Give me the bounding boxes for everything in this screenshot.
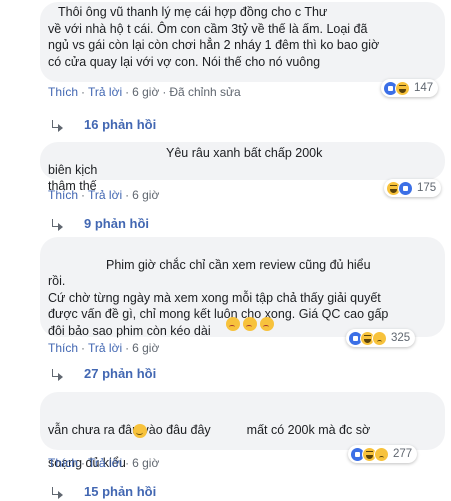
reaction-count: 325 xyxy=(391,332,411,344)
like-link[interactable]: Thích xyxy=(48,188,78,202)
timestamp[interactable]: 6 giờ xyxy=(132,188,159,202)
timestamp[interactable]: 6 giờ xyxy=(132,341,159,355)
like-link[interactable]: Thích xyxy=(48,341,78,355)
reaction-summary[interactable]: 325 xyxy=(346,329,416,347)
reaction-count: 277 xyxy=(393,448,413,460)
view-replies-link[interactable]: 16 phản hồi xyxy=(52,117,156,132)
reply-link[interactable]: Trả lời xyxy=(88,85,122,99)
comment-meta: Thích · Trả lời · 6 giờ xyxy=(48,188,160,202)
sad-icon xyxy=(374,446,389,462)
replies-count: 9 phản hồi xyxy=(84,216,149,231)
reaction-summary[interactable]: 147 xyxy=(381,79,439,97)
reaction-summary[interactable]: 175 xyxy=(384,179,442,197)
like-link[interactable]: Thích xyxy=(48,456,78,470)
like-link[interactable]: Thích xyxy=(48,85,78,99)
reply-arrow-icon xyxy=(52,368,64,381)
reply-link[interactable]: Trả lời xyxy=(88,188,122,202)
sad-icon xyxy=(372,330,387,346)
reaction-count: 147 xyxy=(414,82,434,94)
timestamp[interactable]: 6 giờ xyxy=(132,456,159,470)
reply-arrow-icon xyxy=(52,119,64,132)
sad-emoji xyxy=(226,317,240,331)
comment-line-1b: mất có 200k mà đc sờ xyxy=(246,422,371,437)
comment-meta: Thích · Trả lời · 6 giờ xyxy=(48,341,160,355)
sad-emoji xyxy=(260,317,274,331)
view-replies-link[interactable]: 9 phản hồi xyxy=(52,216,149,231)
haha-icon xyxy=(395,80,410,96)
reply-link[interactable]: Trả lời xyxy=(88,341,122,355)
comment-line-1a: vẫn chưa ra đâu vào đâu đây xyxy=(48,422,211,437)
reply-arrow-icon xyxy=(52,486,64,499)
sad-emoji xyxy=(243,317,257,331)
reply-link[interactable]: Trả lời xyxy=(88,456,122,470)
like-icon xyxy=(398,180,413,196)
reaction-count: 175 xyxy=(417,182,437,194)
view-replies-link[interactable]: 27 phản hồi xyxy=(52,366,156,381)
smile-emoji xyxy=(133,424,147,438)
timestamp[interactable]: 6 giờ xyxy=(132,85,159,99)
edited-label[interactable]: Đã chỉnh sửa xyxy=(169,85,240,99)
reaction-summary[interactable]: 277 xyxy=(348,445,418,463)
comment-text: Thôi ông vũ thanh lý mẹ cái hợp đồng cho… xyxy=(48,5,380,69)
replies-count: 16 phản hồi xyxy=(84,117,157,132)
reply-arrow-icon xyxy=(52,218,64,231)
view-replies-link[interactable]: 15 phản hồi xyxy=(52,484,156,499)
comment-meta: Thích · Trả lời · 6 giờ xyxy=(48,456,160,470)
replies-count: 15 phản hồi xyxy=(84,484,157,499)
replies-count: 27 phản hồi xyxy=(84,366,157,381)
comment-meta: Thích · Trả lời · 6 giờ · Đã chỉnh sửa xyxy=(48,85,241,99)
